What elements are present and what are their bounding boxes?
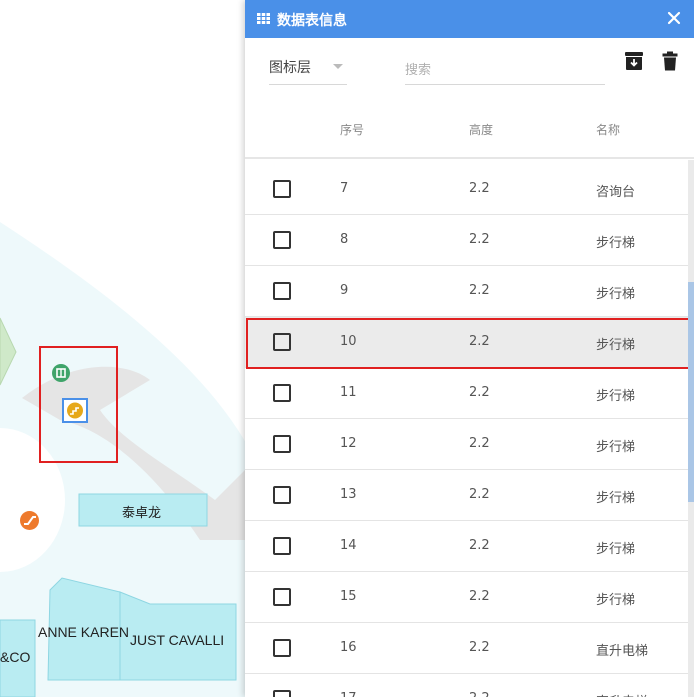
row-checkbox[interactable] (273, 282, 291, 300)
panel-titlebar: 数据表信息 (245, 0, 694, 38)
table-body: 7 2.2 咨询台 8 2.2 步行梯 9 2.2 步行梯 10 2.2 步行梯 11 2.2 步行梯 12 2… (245, 164, 688, 697)
row-height-cell: 2.2 (469, 232, 490, 247)
table-row[interactable]: 16 2.2 直升电梯 (245, 623, 688, 674)
row-height-cell: 2.2 (469, 181, 490, 196)
row-index-cell: 13 (340, 487, 357, 502)
row-name-cell: 步行梯 (596, 593, 636, 608)
row-index-cell: 12 (340, 436, 357, 451)
layer-select[interactable]: 图标层 (269, 52, 347, 85)
close-icon[interactable] (664, 8, 684, 28)
row-checkbox[interactable] (273, 486, 291, 504)
row-index-cell: 11 (340, 385, 357, 400)
table-row[interactable]: 17 2.2 直升电梯 (245, 674, 688, 697)
panel-title: 数据表信息 (277, 13, 347, 29)
escalator-icon[interactable] (19, 510, 40, 531)
grid-icon (257, 13, 270, 24)
row-height-cell: 2.2 (469, 334, 490, 349)
row-index-cell: 10 (340, 334, 357, 349)
row-height-cell: 2.2 (469, 640, 490, 655)
row-index-cell: 15 (340, 589, 357, 604)
table-row[interactable]: 7 2.2 咨询台 (245, 164, 688, 215)
search-input[interactable] (405, 56, 605, 85)
table-row[interactable]: 8 2.2 步行梯 (245, 215, 688, 266)
store-label-just-cavalli: JUST CAVALLI (130, 632, 225, 648)
row-height-cell: 2.2 (469, 538, 490, 553)
row-height-cell: 2.2 (469, 436, 490, 451)
row-name-cell: 步行梯 (596, 236, 636, 251)
row-checkbox[interactable] (273, 231, 291, 249)
row-checkbox[interactable] (273, 588, 291, 606)
trash-icon[interactable] (659, 50, 681, 72)
row-index-cell: 16 (340, 640, 357, 655)
row-index-cell: 17 (340, 691, 357, 697)
table-row[interactable]: 11 2.2 步行梯 (245, 368, 688, 419)
row-height-cell: 2.2 (469, 283, 490, 298)
header-divider (245, 157, 694, 159)
layer-select-value: 图标层 (269, 60, 311, 76)
table-row[interactable]: 13 2.2 步行梯 (245, 470, 688, 521)
row-name-cell: 步行梯 (596, 389, 636, 404)
row-name-cell: 步行梯 (596, 338, 636, 353)
row-name-cell: 步行梯 (596, 287, 636, 302)
scrollbar-thumb[interactable] (688, 282, 694, 502)
data-table-panel: 数据表信息 图标层 序号 高度 名称 7 2.2 咨询台 8 2.2 步行梯 9 2.2 步行梯… (245, 0, 694, 697)
row-height-cell: 2.2 (469, 691, 490, 697)
column-header-index[interactable]: 序号 (340, 121, 364, 138)
store-label-tai-zhuo-long: 泰卓龙 (122, 505, 162, 520)
row-index-cell: 14 (340, 538, 357, 553)
row-name-cell: 直升电梯 (596, 644, 649, 659)
row-height-cell: 2.2 (469, 589, 490, 604)
column-header-name[interactable]: 名称 (596, 121, 620, 138)
map-selection-box (39, 346, 118, 463)
download-icon[interactable] (623, 50, 645, 72)
table-row[interactable]: 14 2.2 步行梯 (245, 521, 688, 572)
column-header-height[interactable]: 高度 (469, 121, 493, 138)
row-checkbox[interactable] (273, 435, 291, 453)
row-checkbox[interactable] (273, 537, 291, 555)
table-row[interactable]: 10 2.2 步行梯 (245, 317, 688, 368)
row-name-cell: 步行梯 (596, 440, 636, 455)
row-checkbox[interactable] (273, 639, 291, 657)
row-checkbox[interactable] (273, 384, 291, 402)
chevron-down-icon (333, 64, 343, 69)
row-checkbox[interactable] (273, 690, 291, 697)
table-row[interactable]: 15 2.2 步行梯 (245, 572, 688, 623)
store-label-anne-karen: ANNE KAREN (38, 624, 130, 640)
row-index-cell: 7 (340, 181, 349, 196)
table-row[interactable]: 12 2.2 步行梯 (245, 419, 688, 470)
store-label-partial: &CO (0, 649, 31, 665)
table-row[interactable]: 9 2.2 步行梯 (245, 266, 688, 317)
row-height-cell: 2.2 (469, 385, 490, 400)
row-name-cell: 步行梯 (596, 542, 636, 557)
row-height-cell: 2.2 (469, 487, 490, 502)
row-index-cell: 8 (340, 232, 349, 247)
row-name-cell: 直升电梯 (596, 691, 648, 697)
row-name-cell: 咨询台 (596, 185, 636, 200)
row-name-cell: 步行梯 (596, 491, 636, 506)
row-checkbox[interactable] (273, 333, 291, 351)
row-checkbox[interactable] (273, 180, 291, 198)
row-index-cell: 9 (340, 283, 349, 298)
